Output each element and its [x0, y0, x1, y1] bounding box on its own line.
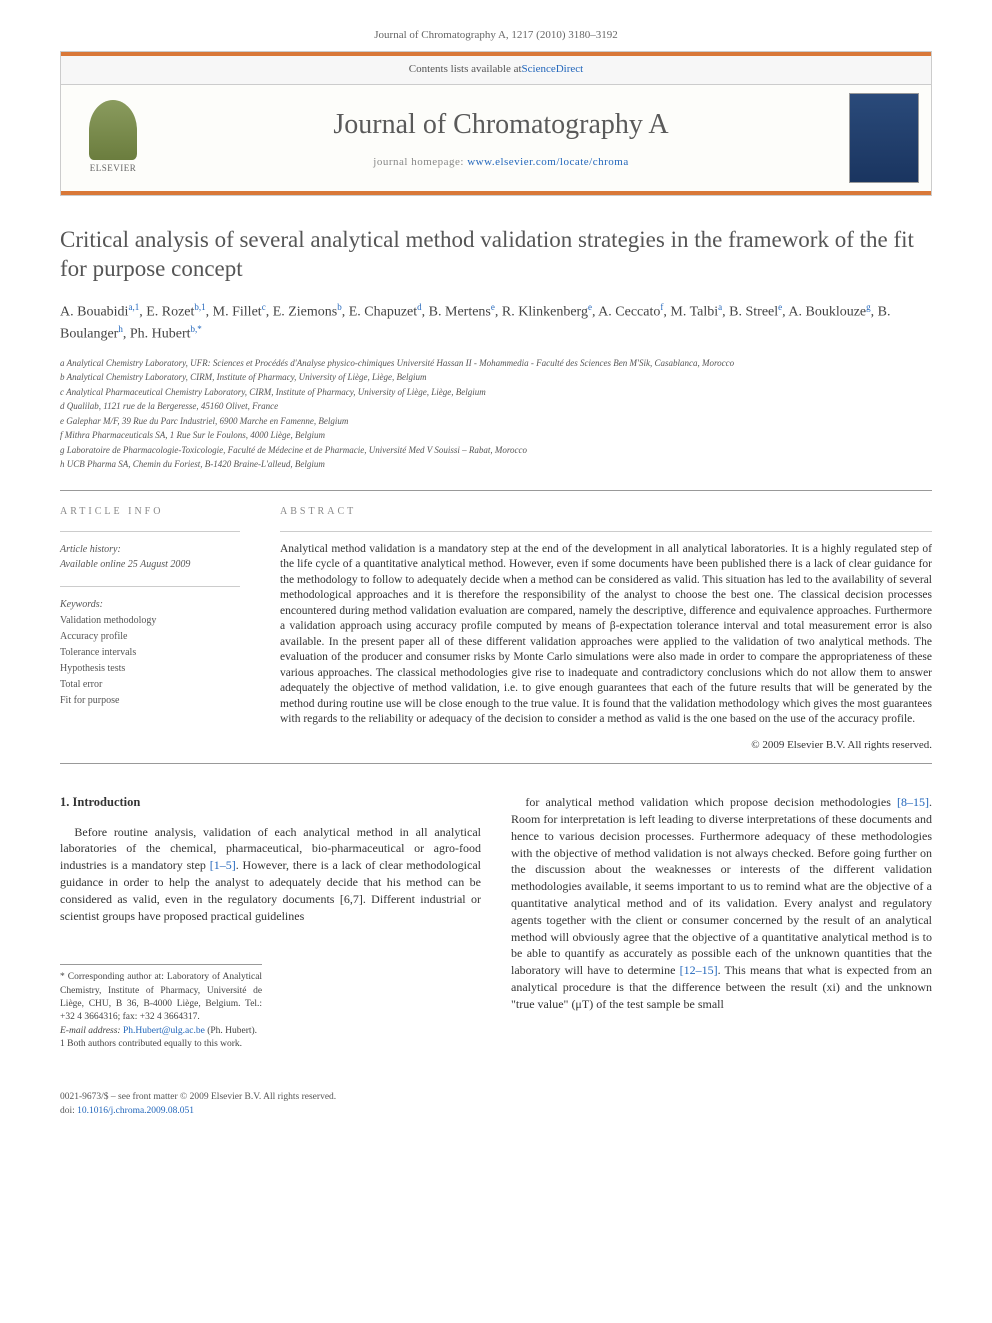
divider: [60, 490, 932, 491]
homepage-prefix: journal homepage:: [373, 156, 467, 168]
equal-contribution-note: 1 Both authors contributed equally to th…: [60, 1038, 262, 1051]
journal-cover-thumbnail: [849, 93, 919, 183]
doi-link[interactable]: 10.1016/j.chroma.2009.08.051: [77, 1106, 194, 1116]
doi-prefix: doi:: [60, 1106, 75, 1116]
body-paragraph: for analytical method validation which p…: [511, 794, 932, 1012]
banner-center: Journal of Chromatography A journal home…: [153, 99, 849, 176]
email-label: E-mail address:: [60, 1026, 121, 1036]
keyword-item: Hypothesis tests: [60, 661, 240, 677]
sciencedirect-link[interactable]: ScienceDirect: [522, 62, 584, 77]
history-line: Available online 25 August 2009: [60, 557, 240, 572]
article-title: Critical analysis of several analytical …: [60, 226, 932, 284]
affiliation-line: f Mithra Pharmaceuticals SA, 1 Rue Sur l…: [60, 429, 932, 443]
affiliation-line: a Analytical Chemistry Laboratory, UFR: …: [60, 357, 932, 371]
footer-copyright: 0021-9673/$ – see front matter © 2009 El…: [60, 1091, 932, 1104]
publisher-name: ELSEVIER: [90, 162, 137, 175]
reference-link[interactable]: [8–15]: [897, 795, 929, 809]
abstract-label: ABSTRACT: [280, 505, 932, 519]
affiliation-line: d Qualilab, 1121 rue de la Bergeresse, 4…: [60, 400, 932, 414]
email-suffix: (Ph. Hubert).: [207, 1026, 257, 1036]
corresponding-author-note: * Corresponding author at: Laboratory of…: [60, 971, 262, 1024]
affiliation-line: b Analytical Chemistry Laboratory, CIRM,…: [60, 371, 932, 385]
section-heading: 1. Introduction: [60, 794, 481, 812]
body-column-right: for analytical method validation which p…: [511, 794, 932, 1051]
journal-homepage: journal homepage: www.elsevier.com/locat…: [153, 155, 849, 170]
email-line: E-mail address: Ph.Hubert@ulg.ac.be (Ph.…: [60, 1025, 262, 1038]
footnotes: * Corresponding author at: Laboratory of…: [60, 964, 262, 1051]
divider: [60, 763, 932, 764]
banner-main: ELSEVIER Journal of Chromatography A jou…: [61, 85, 931, 191]
keyword-item: Tolerance intervals: [60, 645, 240, 661]
journal-name: Journal of Chromatography A: [153, 105, 849, 144]
contents-line: Contents lists available at ScienceDirec…: [61, 56, 931, 84]
keywords-block: Keywords: Validation methodologyAccuracy…: [60, 597, 240, 709]
keyword-item: Total error: [60, 677, 240, 693]
journal-banner: Contents lists available at ScienceDirec…: [60, 51, 932, 195]
body-column-left: 1. Introduction Before routine analysis,…: [60, 794, 481, 1051]
article-info-label: ARTICLE INFO: [60, 505, 240, 519]
affiliation-line: g Laboratoire de Pharmacologie-Toxicolog…: [60, 444, 932, 458]
article-info-column: ARTICLE INFO Article history: Available …: [60, 505, 240, 754]
keywords-label: Keywords:: [60, 597, 240, 613]
section-number: 1.: [60, 795, 69, 809]
page-footer: 0021-9673/$ – see front matter © 2009 El…: [0, 1091, 992, 1148]
contents-prefix: Contents lists available at: [409, 62, 522, 77]
abstract-copyright: © 2009 Elsevier B.V. All rights reserved…: [280, 738, 932, 753]
keyword-item: Accuracy profile: [60, 629, 240, 645]
body-paragraph: Before routine analysis, validation of e…: [60, 824, 481, 925]
history-label: Article history:: [60, 542, 240, 557]
affiliation-line: h UCB Pharma SA, Chemin du Foriest, B-14…: [60, 458, 932, 472]
reference-link[interactable]: [12–15]: [680, 963, 718, 977]
publisher-logo-block: ELSEVIER: [73, 100, 153, 175]
homepage-link[interactable]: www.elsevier.com/locate/chroma: [467, 156, 629, 168]
affiliation-line: e Galephar M/F, 39 Rue du Parc Industrie…: [60, 415, 932, 429]
authors-line: A. Bouabidia,1, E. Rozetb,1, M. Filletc,…: [60, 301, 932, 344]
affiliations-list: a Analytical Chemistry Laboratory, UFR: …: [60, 357, 932, 472]
banner-bottom-bar: [61, 191, 931, 195]
elsevier-tree-icon: [89, 100, 137, 160]
abstract-text: Analytical method validation is a mandat…: [280, 542, 932, 728]
article-history: Article history: Available online 25 Aug…: [60, 542, 240, 572]
affiliation-line: c Analytical Pharmaceutical Chemistry La…: [60, 386, 932, 400]
abstract-column: ABSTRACT Analytical method validation is…: [280, 505, 932, 754]
corresponding-email-link[interactable]: Ph.Hubert@ulg.ac.be: [123, 1026, 205, 1036]
running-header: Journal of Chromatography A, 1217 (2010)…: [0, 0, 992, 51]
keyword-item: Validation methodology: [60, 613, 240, 629]
reference-link[interactable]: [1–5]: [210, 858, 236, 872]
body-columns: 1. Introduction Before routine analysis,…: [60, 794, 932, 1051]
keyword-item: Fit for purpose: [60, 693, 240, 709]
section-title: Introduction: [73, 795, 141, 809]
